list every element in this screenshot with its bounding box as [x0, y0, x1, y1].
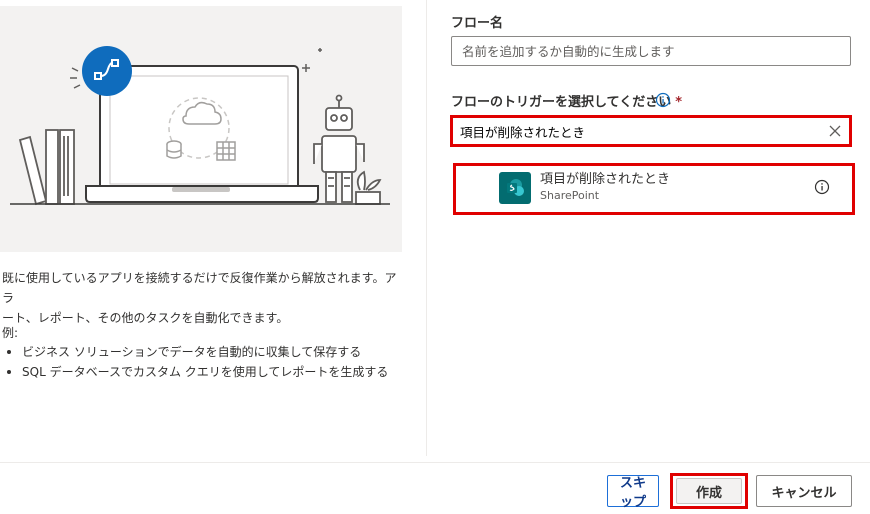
trigger-option-title: 項目が削除されたとき	[540, 172, 671, 187]
examples-list: ビジネス ソリューションでデータを自動的に収集して保存する SQL データベース…	[2, 342, 388, 382]
vertical-divider	[426, 0, 427, 456]
footer-divider	[0, 462, 870, 463]
flow-name-input[interactable]	[451, 36, 851, 66]
hero-illustration	[0, 6, 402, 252]
cancel-button[interactable]: キャンセル	[756, 475, 852, 507]
list-item: ビジネス ソリューションでデータを自動的に収集して保存する	[2, 342, 388, 362]
trigger-search-box	[450, 115, 852, 147]
trigger-option-connector: SharePoint	[540, 189, 600, 202]
clear-icon[interactable]	[827, 123, 843, 139]
flow-name-label: フロー名	[451, 16, 504, 31]
trigger-label-text: フローのトリガーを選択してください	[451, 95, 672, 110]
trigger-option[interactable]: 項目が削除されたとき SharePoint	[453, 163, 855, 215]
list-item: SQL データベースでカスタム クエリを使用してレポートを生成する	[2, 362, 388, 382]
required-mark: *	[675, 95, 683, 110]
skip-button[interactable]: スキップ	[607, 475, 659, 510]
info-icon[interactable]	[655, 92, 671, 108]
examples-title: 例:	[2, 326, 19, 340]
create-button[interactable]: 作成	[676, 478, 742, 504]
trigger-label: フローのトリガーを選択してください *	[451, 91, 682, 110]
description-line-1: 既に使用しているアプリを接続するだけで反復作業から解放されます。アラ	[2, 271, 397, 305]
create-button-highlight: 作成	[670, 473, 748, 509]
sharepoint-icon	[499, 172, 531, 204]
info-icon[interactable]	[814, 179, 830, 195]
trigger-search-input[interactable]	[460, 118, 820, 144]
laptop-illustration	[10, 46, 390, 206]
intro-description: 既に使用しているアプリを接続するだけで反復作業から解放されます。アラ ート、レポ…	[2, 268, 402, 328]
description-line-2: ート、レポート、その他のタスクを自動化できます。	[2, 311, 289, 325]
